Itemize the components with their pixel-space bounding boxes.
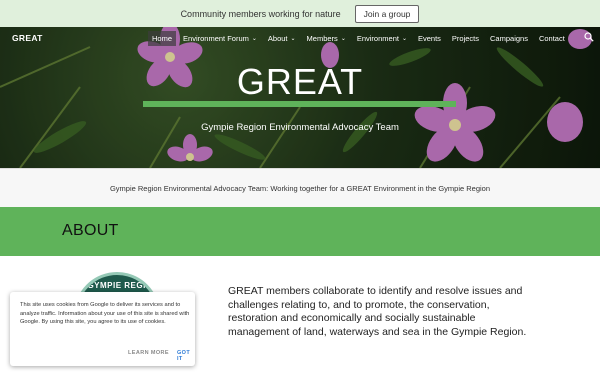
cookie-notice-text: This site uses cookies from Google to de… [20, 302, 190, 325]
search-icon[interactable] [584, 32, 594, 42]
about-body-text: GREAT members collaborate to identify an… [228, 285, 527, 338]
site-brand[interactable]: GREAT [12, 33, 43, 43]
learn-more-link[interactable]: LEARN MORE [128, 350, 169, 356]
nav-item-events[interactable]: Events [414, 31, 445, 46]
nav-item-environment[interactable]: Environment ⌄ [353, 31, 411, 46]
cookie-notice: This site uses cookies from Google to de… [10, 292, 195, 366]
hero-title: GREAT [236, 61, 364, 102]
about-section-header: ABOUT [0, 207, 600, 256]
nav-item-campaigns[interactable]: Campaigns [486, 31, 532, 46]
nav-item-environment-forum[interactable]: Environment Forum ⌄ [179, 31, 261, 46]
nav-item-home[interactable]: Home [148, 31, 177, 46]
nav-items: Home Environment Forum ⌄ About ⌄ Members ⌄ … [148, 31, 569, 46]
chevron-down-icon: ⌄ [251, 36, 257, 42]
chevron-down-icon: ⌄ [290, 36, 296, 42]
tagline-text: Gympie Region Environmental Advocacy Tea… [109, 183, 491, 193]
hero-divider [143, 101, 456, 107]
hero-banner: GREAT Home Environment Forum ⌄ About ⌄ Mem… [0, 27, 600, 168]
announcement-bar: Community members working for nature Joi… [0, 0, 600, 27]
chevron-down-icon: ⌄ [340, 36, 346, 42]
nav-item-projects[interactable]: Projects [448, 31, 483, 46]
top-navigation: GREAT Home Environment Forum ⌄ About ⌄ Mem… [0, 27, 600, 49]
logo-ring-text: GYMPIE REGIO [87, 281, 153, 290]
nav-item-members[interactable]: Members ⌄ [303, 31, 350, 46]
about-heading: ABOUT [62, 222, 119, 239]
nav-item-contact[interactable]: Contact [535, 31, 569, 46]
chevron-down-icon: ⌄ [401, 36, 407, 42]
hero-subtitle: Gympie Region Environmental Advocacy Tea… [201, 122, 399, 133]
nav-item-about[interactable]: About ⌄ [264, 31, 300, 46]
got-it-button[interactable]: GOT IT [177, 350, 195, 362]
announcement-text: Community members working for nature [180, 8, 341, 19]
join-group-button[interactable]: Join a group [354, 4, 420, 23]
tagline-band: Gympie Region Environmental Advocacy Tea… [0, 168, 600, 207]
